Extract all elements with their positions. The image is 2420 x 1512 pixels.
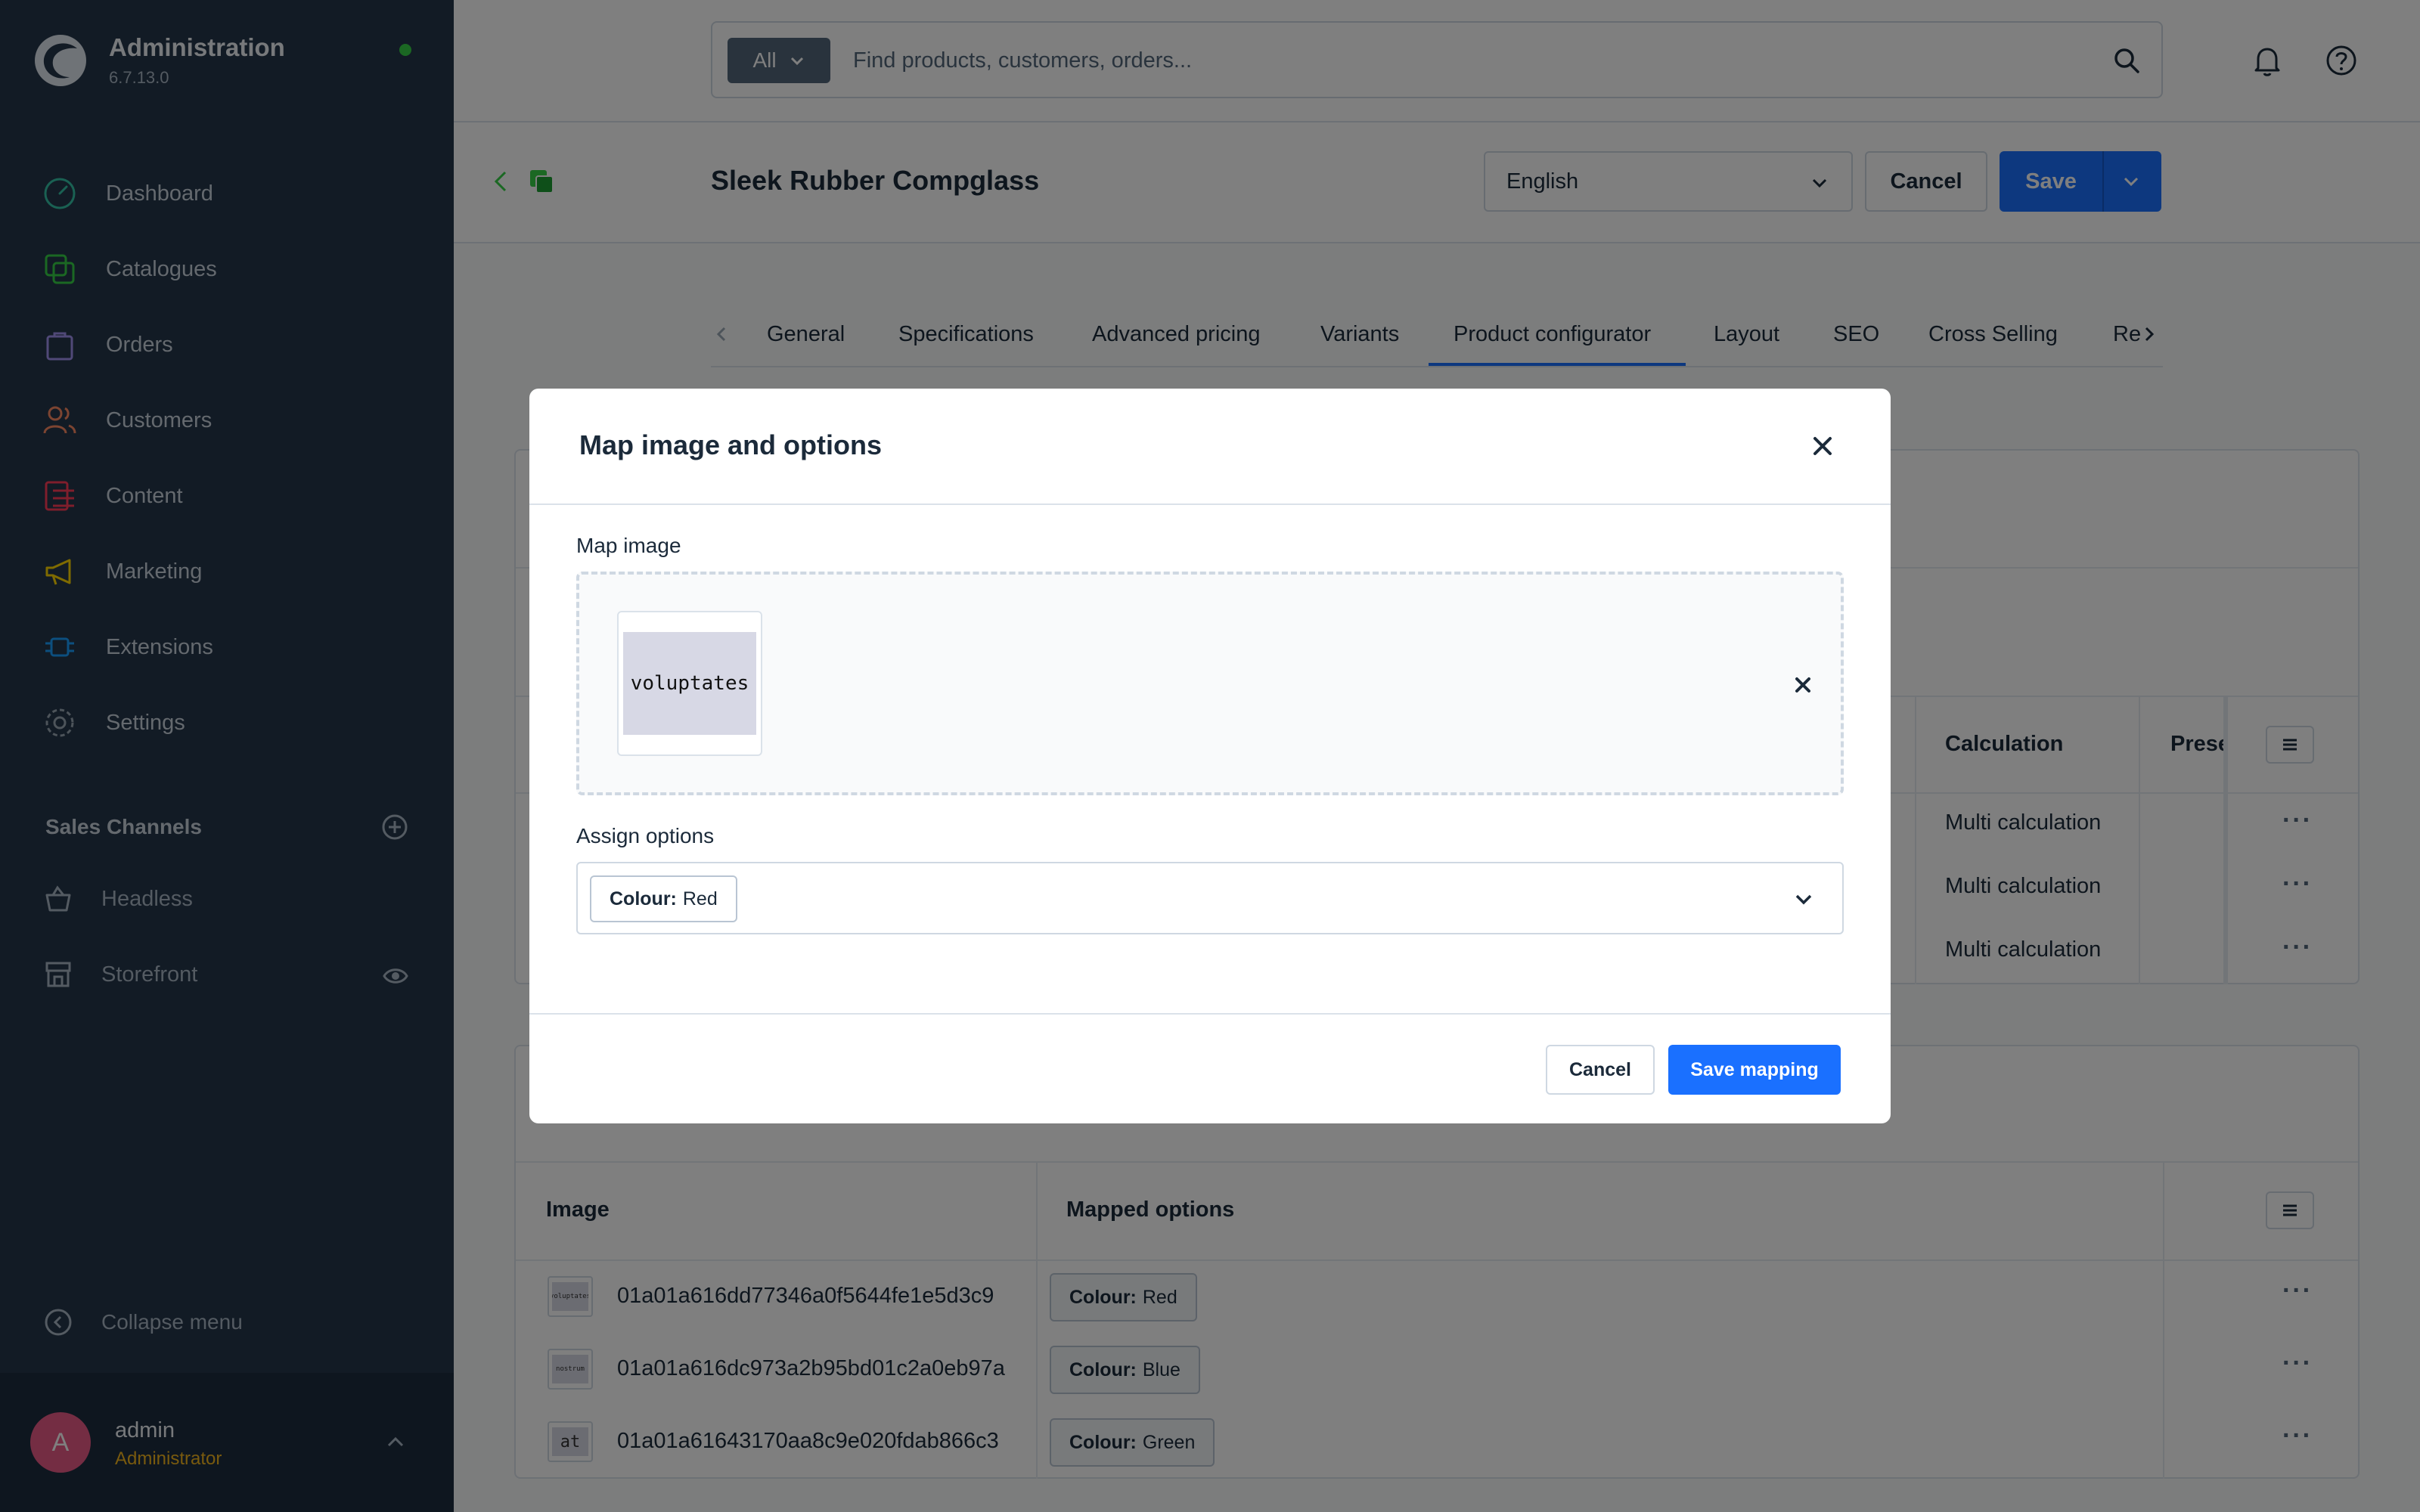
save-mapping-button[interactable]: Save mapping xyxy=(1668,1045,1841,1095)
modal-header-divider xyxy=(529,503,1891,505)
close-icon[interactable] xyxy=(1807,431,1838,461)
selected-option-chip[interactable]: Colour: Red xyxy=(590,875,737,922)
preview-image: voluptates xyxy=(623,632,756,735)
option-group: Colour: xyxy=(610,888,677,909)
remove-image-icon[interactable] xyxy=(1791,673,1815,697)
modal-title: Map image and options xyxy=(579,429,883,460)
assign-options-select[interactable]: Colour: Red xyxy=(576,862,1844,934)
map-image-modal: Map image and options Map image voluptat… xyxy=(529,389,1891,1123)
chevron-down-icon[interactable] xyxy=(1792,888,1815,910)
map-image-label: Map image xyxy=(576,534,681,557)
modal-footer-divider xyxy=(529,1013,1891,1015)
image-preview: voluptates xyxy=(617,611,762,756)
option-value: Red xyxy=(682,888,718,909)
modal-cancel-button[interactable]: Cancel xyxy=(1546,1045,1655,1095)
image-dropzone[interactable]: voluptates xyxy=(576,572,1844,795)
assign-options-label: Assign options xyxy=(576,824,715,847)
